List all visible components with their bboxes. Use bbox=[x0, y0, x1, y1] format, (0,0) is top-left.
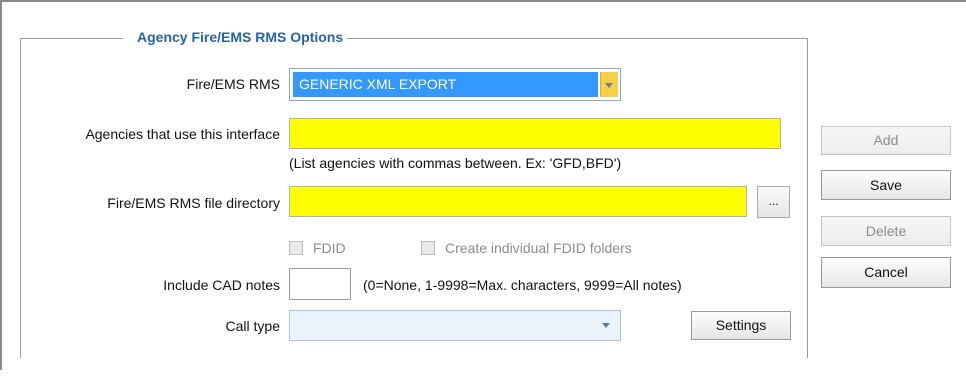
group-legend: Agency Fire/EMS RMS Options bbox=[123, 29, 348, 45]
cad-notes-hint: (0=None, 1-9998=Max. characters, 9999=Al… bbox=[363, 277, 682, 293]
dropdown-button[interactable] bbox=[600, 72, 618, 97]
cad-notes-label: Include CAD notes bbox=[163, 277, 280, 293]
agencies-label: Agencies that use this interface bbox=[85, 126, 280, 142]
browse-button[interactable]: ... bbox=[757, 186, 790, 218]
fire-ems-rms-select[interactable]: GENERIC XML EXPORT bbox=[289, 68, 621, 101]
create-fdid-folders-checkbox[interactable] bbox=[421, 241, 435, 255]
delete-button[interactable]: Delete bbox=[821, 216, 951, 246]
chevron-down-icon bbox=[602, 323, 610, 328]
fdid-checkbox[interactable] bbox=[289, 241, 303, 255]
fdid-label: FDID bbox=[313, 240, 346, 256]
save-button[interactable]: Save bbox=[821, 170, 951, 200]
agencies-input[interactable] bbox=[289, 118, 781, 149]
add-button[interactable]: Add bbox=[821, 126, 951, 155]
fire-ems-rms-selected-value: GENERIC XML EXPORT bbox=[293, 72, 598, 97]
agencies-hint: (List agencies with commas between. Ex: … bbox=[289, 155, 622, 171]
create-fdid-folders-label: Create individual FDID folders bbox=[445, 240, 632, 256]
chevron-down-icon bbox=[605, 83, 613, 88]
file-directory-input[interactable] bbox=[289, 186, 747, 217]
settings-button[interactable]: Settings bbox=[691, 311, 791, 340]
file-directory-label: Fire/EMS RMS file directory bbox=[107, 195, 280, 211]
cad-notes-input[interactable] bbox=[289, 268, 351, 300]
call-type-label: Call type bbox=[225, 318, 280, 334]
fire-ems-rms-label: Fire/EMS RMS bbox=[186, 76, 280, 92]
cancel-button[interactable]: Cancel bbox=[821, 257, 951, 288]
call-type-select[interactable] bbox=[289, 310, 621, 341]
